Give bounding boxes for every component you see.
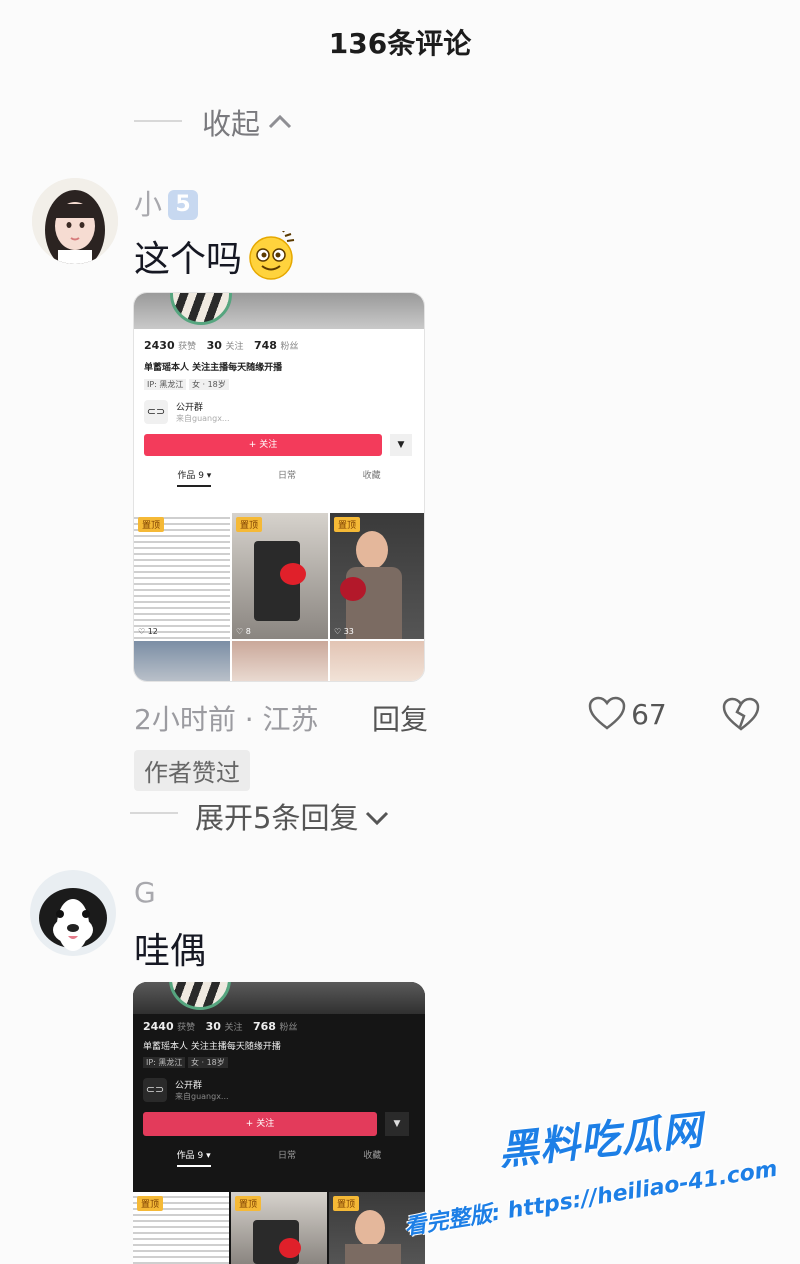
follow-button: + 关注: [143, 1112, 377, 1136]
profile-bio: 单蓄瑶本人 关注主播每天随缘开播: [144, 363, 283, 373]
comment-username[interactable]: G: [134, 876, 156, 909]
follow-button: + 关注: [144, 434, 382, 456]
profile-tabs: 作品 9 ▾ 日常 收藏: [143, 1148, 415, 1167]
profile-avatar: [169, 982, 231, 1010]
video-tile: 置顶 ♡ 8: [232, 513, 328, 639]
chevron-down-icon: [365, 811, 388, 826]
expand-replies-label: 展开5条回复: [195, 801, 359, 835]
video-tile: 置顶 ♡ 33: [330, 513, 424, 639]
profile-stats: 2430 获赞 30 关注 748 粉丝: [144, 339, 299, 352]
level-badge: 5: [168, 190, 199, 220]
profile-tags: IP: 黑龙江 女 · 18岁: [144, 379, 414, 390]
comment-image[interactable]: 2430 获赞 30 关注 748 粉丝 单蓄瑶本人 关注主播每天随缘开播 IP…: [133, 292, 425, 682]
profile-bio: 单蓄瑶本人 关注主播每天随缘开播: [143, 1042, 281, 1052]
profile-stats: 2440 获赞 30 关注 768 粉丝: [143, 1020, 298, 1033]
dropdown-icon: ▼: [385, 1112, 409, 1136]
divider: [130, 812, 178, 814]
chevron-up-icon: [269, 114, 292, 129]
video-tile: [232, 641, 328, 681]
profile-tabs: 作品 9 ▾ 日常 收藏: [144, 468, 414, 487]
comment-time-location: 2小时前 · 江苏: [134, 703, 319, 736]
dropdown-icon: ▼: [390, 434, 412, 456]
video-tile: [330, 641, 424, 681]
comment-text: 这个吗: [134, 239, 243, 280]
dizzy-face-emoji-icon: [249, 228, 295, 280]
avatar[interactable]: [30, 870, 116, 956]
heart-icon: [588, 696, 626, 730]
divider: [134, 120, 182, 122]
video-tile: [134, 641, 230, 681]
group-row: ⊂⊃ 公开群 来自guangx...: [143, 1078, 415, 1102]
like-button[interactable]: 67: [588, 696, 667, 732]
dislike-broken-heart-icon[interactable]: [722, 697, 760, 733]
collapse-label: 收起: [202, 107, 261, 141]
group-icon: ⊂⊃: [143, 1078, 167, 1102]
group-row: ⊂⊃ 公开群 来自guangx...: [144, 400, 414, 424]
video-tile: 置顶: [231, 1192, 327, 1264]
video-tile: 置顶: [133, 1192, 229, 1264]
like-count: 67: [631, 698, 667, 731]
comment-count-title: 136条评论: [328, 27, 472, 60]
reply-button[interactable]: 回复: [372, 698, 428, 738]
collapse-button[interactable]: 收起: [202, 101, 293, 143]
group-icon: ⊂⊃: [144, 400, 168, 424]
comment-text-row: 这个吗: [134, 228, 297, 282]
comment-text: 哇偶: [134, 931, 207, 972]
profile-tags: IP: 黑龙江 女 · 18岁: [143, 1057, 415, 1068]
author-liked-badge: 作者赞过: [134, 750, 250, 791]
avatar[interactable]: [32, 178, 118, 264]
video-grid: 置顶 置顶 置顶: [133, 1192, 425, 1264]
watermark-brand: 黑料吃瓜网: [496, 1107, 706, 1175]
video-tile: 置顶 ♡ 12: [134, 513, 230, 639]
video-grid: 置顶 ♡ 12 置顶 ♡ 8 置顶 ♡ 33: [134, 513, 424, 681]
profile-avatar: [170, 293, 232, 325]
expand-replies-button[interactable]: 展开5条回复: [195, 795, 390, 837]
comment-username[interactable]: 小5: [134, 183, 199, 223]
comment-image[interactable]: 2440 获赞 30 关注 768 粉丝 单蓄瑶本人 关注主播每天随缘开播 IP…: [133, 982, 425, 1264]
